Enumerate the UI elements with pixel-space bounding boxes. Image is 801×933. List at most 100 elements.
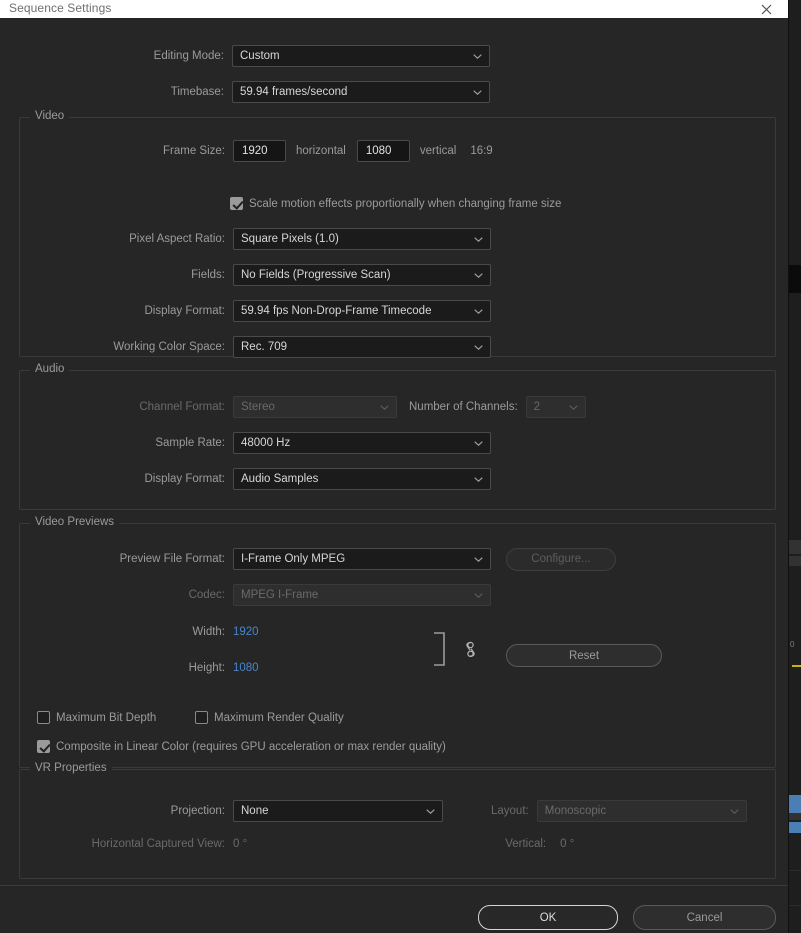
codec-label: Codec:: [188, 589, 225, 601]
sequence-settings-dialog: Sequence Settings Editing Mode: Custom T…: [0, 0, 789, 933]
chevron-down-icon: [474, 345, 483, 350]
editing-mode-select[interactable]: Custom: [232, 45, 490, 67]
scale-motion-effects-checkbox[interactable]: Scale motion effects proportionally when…: [230, 197, 561, 210]
audio-display-format-row: Display Format: Audio Samples: [1, 466, 491, 492]
dialog-body: Editing Mode: Custom Timebase: 59.94 fra…: [0, 18, 788, 933]
vertical-captured-label: Vertical:: [505, 838, 547, 850]
composite-linear-color-checkbox[interactable]: Composite in Linear Color (requires GPU …: [37, 740, 446, 753]
vr-properties-group-title: VR Properties: [30, 762, 112, 774]
reset-button-label: Reset: [568, 649, 600, 662]
chevron-down-icon: [474, 441, 483, 446]
aspect-ratio-value: 16:9: [470, 145, 493, 157]
frame-width-value: 1920: [242, 145, 268, 157]
working-color-space-select[interactable]: Rec. 709: [233, 336, 491, 358]
chevron-down-icon: [474, 309, 483, 314]
dialog-titlebar: Sequence Settings: [0, 0, 788, 18]
frame-size-row: Frame Size: 1920 horizontal 1080 vertica…: [1, 138, 493, 164]
maximum-bit-depth-label: Maximum Bit Depth: [56, 711, 157, 724]
audio-display-format-select[interactable]: Audio Samples: [233, 468, 491, 490]
frame-width-input[interactable]: 1920: [233, 140, 286, 162]
checkbox-box: [37, 740, 50, 753]
video-group-title: Video: [30, 110, 70, 122]
projection-select[interactable]: None: [233, 800, 443, 822]
chevron-down-icon: [473, 54, 482, 59]
maximum-bit-depth-checkbox[interactable]: Maximum Bit Depth: [37, 711, 156, 724]
chevron-down-icon: [474, 557, 483, 562]
chevron-down-icon: [426, 809, 435, 814]
preview-file-format-label: Preview File Format:: [119, 553, 225, 565]
preview-file-format-row: Preview File Format: I-Frame Only MPEG C…: [1, 546, 616, 572]
audio-display-format-label: Display Format:: [144, 473, 225, 485]
cancel-button[interactable]: Cancel: [633, 905, 776, 930]
fields-select[interactable]: No Fields (Progressive Scan): [233, 264, 491, 286]
video-previews-group-title: Video Previews: [30, 516, 120, 528]
preview-file-format-value: I-Frame Only MPEG: [241, 553, 346, 565]
preview-height-label: Height:: [188, 662, 225, 674]
background-clip: [789, 822, 801, 833]
number-of-channels-select: 2: [525, 396, 586, 418]
background-clip: [789, 813, 801, 820]
chevron-down-icon: [568, 405, 578, 410]
preview-width-value[interactable]: 1920: [233, 626, 259, 638]
timebase-select[interactable]: 59.94 frames/second: [232, 81, 490, 103]
chevron-down-icon: [474, 477, 483, 482]
close-icon[interactable]: [756, 0, 776, 18]
background-line: [789, 870, 801, 871]
pixel-aspect-ratio-row: Pixel Aspect Ratio: Square Pixels (1.0): [1, 226, 491, 252]
sample-rate-label: Sample Rate:: [155, 437, 225, 449]
horizontal-captured-view-value: 0 °: [233, 838, 248, 850]
chain-link-icon[interactable]: [464, 641, 477, 658]
fields-label: Fields:: [191, 269, 225, 281]
maximum-render-quality-checkbox[interactable]: Maximum Render Quality: [195, 711, 344, 724]
video-previews-group: Video Previews Preview File Format: I-Fr…: [19, 516, 776, 768]
checkbox-box: [195, 711, 208, 724]
chevron-down-icon: [474, 593, 483, 598]
projection-label: Projection:: [170, 805, 225, 817]
ok-button[interactable]: OK: [478, 905, 618, 930]
channel-format-value: Stereo: [241, 401, 275, 413]
background-line: [789, 905, 801, 906]
sample-rate-select[interactable]: 48000 Hz: [233, 432, 491, 454]
preview-height-row: Height: 1080: [1, 655, 259, 681]
composite-linear-color-label: Composite in Linear Color (requires GPU …: [56, 740, 446, 753]
channel-format-label: Channel Format:: [139, 401, 225, 413]
audio-group: Audio Channel Format: Stereo Number of C…: [19, 363, 776, 510]
pixel-aspect-ratio-select[interactable]: Square Pixels (1.0): [233, 228, 491, 250]
configure-button: Configure...: [506, 547, 616, 571]
preview-file-format-select[interactable]: I-Frame Only MPEG: [233, 548, 491, 570]
video-display-format-select[interactable]: 59.94 fps Non-Drop-Frame Timecode: [233, 300, 491, 322]
working-color-space-value: Rec. 709: [241, 341, 288, 353]
background-clip: [789, 795, 801, 813]
cancel-button-label: Cancel: [686, 911, 723, 924]
timebase-value: 59.94 frames/second: [240, 86, 348, 98]
sample-rate-row: Sample Rate: 48000 Hz: [1, 430, 491, 456]
channel-format-select: Stereo: [233, 396, 397, 418]
reset-button[interactable]: Reset: [506, 644, 662, 667]
layout-label: Layout:: [491, 805, 529, 817]
layout-value: Monoscopic: [544, 805, 607, 817]
projection-row: Projection: None Layout: Monoscopic: [1, 798, 747, 824]
scale-motion-effects-label: Scale motion effects proportionally when…: [249, 197, 562, 210]
working-color-space-label: Working Color Space:: [113, 341, 225, 353]
background-marker: [792, 665, 801, 667]
codec-select: MPEG I-Frame: [233, 584, 491, 606]
video-display-format-value: 59.94 fps Non-Drop-Frame Timecode: [241, 305, 432, 317]
codec-row: Codec: MPEG I-Frame: [1, 582, 491, 608]
frame-size-label: Frame Size:: [163, 145, 225, 157]
timebase-label: Timebase:: [170, 86, 224, 98]
background-block: [789, 265, 801, 293]
chevron-down-icon: [730, 809, 739, 814]
background-block: [789, 540, 801, 554]
fields-row: Fields: No Fields (Progressive Scan): [1, 262, 491, 288]
dialog-title: Sequence Settings: [9, 1, 112, 15]
frame-height-input[interactable]: 1080: [356, 140, 410, 162]
vr-properties-group: VR Properties Projection: None Layout: M…: [19, 762, 776, 879]
audio-display-format-value: Audio Samples: [241, 473, 319, 485]
video-group: Video Frame Size: 1920 horizontal 1080 v…: [19, 110, 776, 358]
editing-mode-label: Editing Mode:: [153, 50, 224, 62]
preview-height-value[interactable]: 1080: [233, 662, 259, 674]
link-bracket-icon: [433, 632, 447, 666]
checkbox-box: [230, 197, 243, 210]
layout-select: Monoscopic: [536, 800, 747, 822]
pixel-aspect-ratio-label: Pixel Aspect Ratio:: [129, 233, 225, 245]
